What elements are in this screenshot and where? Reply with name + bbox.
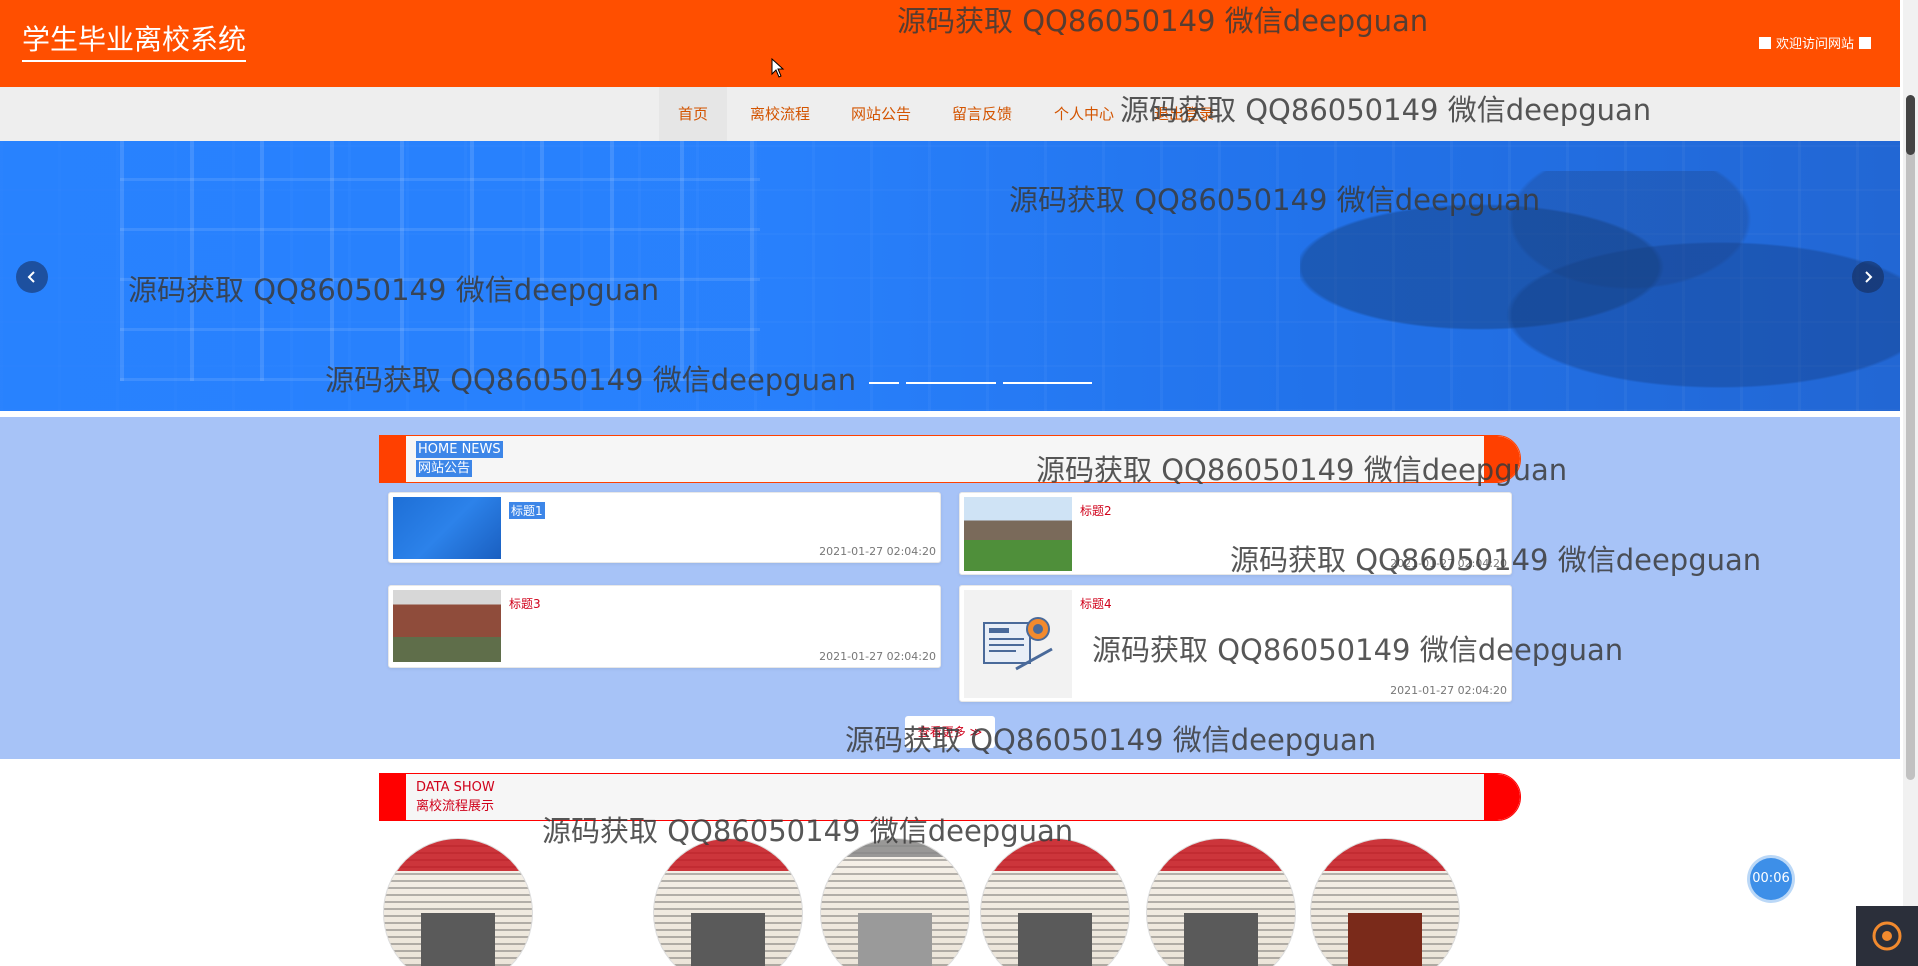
process-image[interactable] xyxy=(1146,838,1296,966)
welcome-text: 欢迎访问网站 xyxy=(1776,37,1855,52)
process-image[interactable] xyxy=(820,838,970,966)
news-thumbnail[interactable] xyxy=(964,590,1072,698)
news-date: 2021-01-27 02:04:20 xyxy=(1390,684,1507,697)
process-image[interactable] xyxy=(653,838,803,966)
process-section-header: DATA SHOW 离校流程展示 xyxy=(379,773,1521,821)
news-header-zh: 网站公告 xyxy=(416,460,473,477)
news-card[interactable]: 标题4 2021-01-27 02:04:20 xyxy=(959,585,1512,702)
news-thumbnail[interactable] xyxy=(393,497,501,559)
news-thumbnail[interactable] xyxy=(393,590,501,662)
welcome-area: 欢迎访问网站 xyxy=(1759,33,1872,52)
news-header-en: HOME NEWS xyxy=(416,441,503,458)
view-more-button[interactable]: 查看更多 ≫ xyxy=(905,716,995,748)
hero-banner xyxy=(0,141,1900,411)
banner-building-image xyxy=(120,141,760,381)
banner-foliage-image xyxy=(1300,171,1900,411)
scrollbar-track-fill xyxy=(1906,95,1915,780)
news-date: 2021-01-27 02:04:20 xyxy=(1390,557,1507,570)
chevron-right-icon xyxy=(1865,271,1873,283)
square-icon xyxy=(1859,36,1872,49)
process-header-zh: 离校流程展示 xyxy=(416,799,495,814)
scrollbar-thumb[interactable] xyxy=(1906,95,1915,155)
nav-item-home[interactable]: 首页 xyxy=(659,87,727,141)
news-date: 2021-01-27 02:04:20 xyxy=(819,650,936,663)
news-date: 2021-01-27 02:04:20 xyxy=(819,545,936,558)
news-title[interactable]: 标题4 xyxy=(1080,595,1112,612)
news-card[interactable]: 标题2 2021-01-27 02:04:20 xyxy=(959,492,1512,575)
page-scrollbar[interactable] xyxy=(1903,0,1918,966)
process-image[interactable] xyxy=(383,838,533,966)
banner-prev-button[interactable] xyxy=(16,261,48,293)
recorder-widget[interactable] xyxy=(1856,906,1918,966)
square-icon xyxy=(1759,36,1771,49)
newspaper-icon xyxy=(964,590,1072,698)
site-title[interactable]: 学生毕业离校系统 xyxy=(22,22,247,62)
process-image[interactable] xyxy=(1310,838,1460,966)
process-image[interactable] xyxy=(980,838,1130,966)
nav-item-feedback[interactable]: 留言反馈 xyxy=(944,87,1020,141)
news-title[interactable]: 标题1 xyxy=(509,502,545,519)
header-right-cap xyxy=(1484,774,1520,820)
process-header-en: DATA SHOW xyxy=(416,780,495,795)
timer-badge[interactable]: 00:06 xyxy=(1750,858,1792,900)
news-thumbnail[interactable] xyxy=(964,497,1072,571)
news-card[interactable]: 标题3 2021-01-27 02:04:20 xyxy=(388,585,941,668)
nav-item-notice[interactable]: 网站公告 xyxy=(843,87,919,141)
banner-pager-dot-2[interactable] xyxy=(906,382,996,384)
header-right-cap xyxy=(1484,436,1520,482)
news-section-header: HOME NEWS 网站公告 xyxy=(379,435,1521,483)
chevron-left-icon xyxy=(27,271,35,283)
header-left-bar xyxy=(380,774,406,820)
banner-pager-dot-1[interactable] xyxy=(869,382,899,384)
news-card[interactable]: 标题1 2021-01-27 02:04:20 xyxy=(388,492,941,563)
banner-pager-dot-3[interactable] xyxy=(1003,382,1092,384)
header-left-bar xyxy=(380,436,406,482)
main-nav: 首页 离校流程 网站公告 留言反馈 个人中心 退出登录 xyxy=(0,87,1900,141)
nav-item-logout[interactable]: 退出登录 xyxy=(1149,87,1219,141)
camera-icon xyxy=(1872,921,1902,951)
nav-item-process[interactable]: 离校流程 xyxy=(744,87,816,141)
top-header: 学生毕业离校系统 欢迎访问网站 xyxy=(0,0,1900,87)
nav-item-profile[interactable]: 个人中心 xyxy=(1049,87,1119,141)
mouse-cursor-icon xyxy=(771,58,785,78)
news-title[interactable]: 标题3 xyxy=(509,595,541,612)
banner-next-button[interactable] xyxy=(1852,261,1884,293)
news-title[interactable]: 标题2 xyxy=(1080,502,1112,519)
